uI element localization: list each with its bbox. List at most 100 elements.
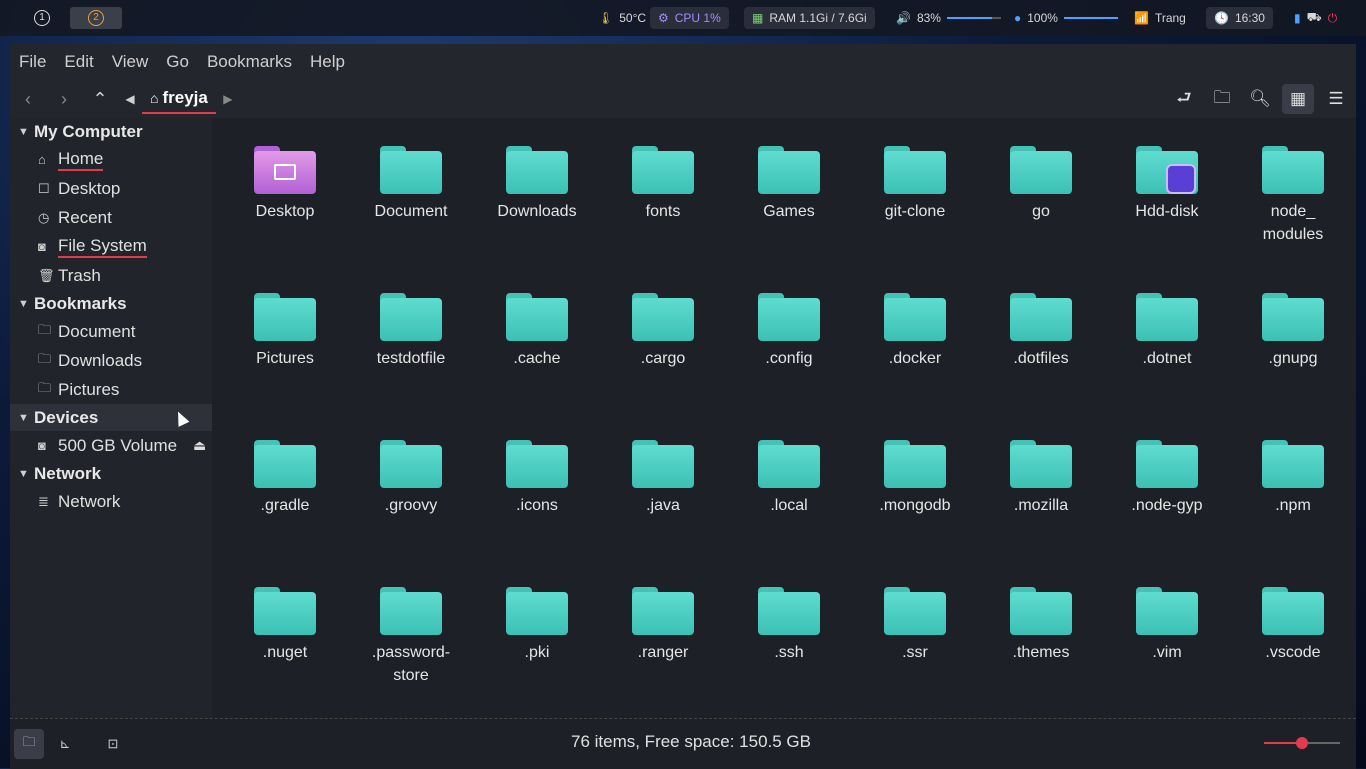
- file-item[interactable]: Hdd-disk: [1104, 136, 1230, 283]
- sidebar-item-recent[interactable]: ◷ Recent: [10, 203, 212, 232]
- network-manager-icon[interactable]: ⛟: [1307, 10, 1322, 26]
- clock-icon: 🕓: [1214, 11, 1229, 25]
- folder-icon: [884, 146, 946, 194]
- sidebar-item-label: Downloads: [58, 350, 143, 370]
- list-view-button[interactable]: ☰: [1320, 84, 1352, 114]
- file-item[interactable]: .mongodb: [852, 430, 978, 577]
- clock-indicator[interactable]: 🕓 16:30: [1206, 7, 1273, 29]
- file-item[interactable]: node_ modules: [1230, 136, 1356, 283]
- search-button[interactable]: 🔍︎: [1244, 84, 1276, 114]
- file-item[interactable]: .icons: [474, 430, 600, 577]
- triangle-right-icon: ▶: [223, 92, 233, 106]
- wifi-indicator[interactable]: 📶 Trang: [1126, 7, 1194, 29]
- file-item[interactable]: Desktop: [222, 136, 348, 283]
- file-item[interactable]: Pictures: [222, 283, 348, 430]
- menu-edit[interactable]: Edit: [55, 52, 102, 72]
- file-name: .gnupg: [1268, 350, 1318, 367]
- file-item[interactable]: .dotfiles: [978, 283, 1104, 430]
- folder-icon: [254, 293, 316, 341]
- volume-slider[interactable]: [946, 17, 1001, 19]
- signal-icon[interactable]: ▮: [1294, 11, 1301, 25]
- file-item[interactable]: .ranger: [600, 577, 726, 724]
- zoom-knob[interactable]: [1296, 737, 1308, 749]
- icon-view-button[interactable]: ▦: [1282, 84, 1314, 114]
- temperature-indicator[interactable]: 🌡 50°C: [590, 7, 654, 29]
- folder-icon: [380, 146, 442, 194]
- file-item[interactable]: .themes: [978, 577, 1104, 724]
- zoom-slider[interactable]: [1264, 737, 1340, 749]
- file-item[interactable]: .java: [600, 430, 726, 577]
- system-tray-icons: ▮ ⛟ ⏻: [1286, 7, 1345, 29]
- back-button[interactable]: ‹: [10, 84, 46, 114]
- sidebar-item-file-system[interactable]: ◙ File System: [10, 232, 212, 261]
- network-icon: ≣: [38, 493, 49, 509]
- breadcrumb-left-button[interactable]: ◀: [118, 84, 142, 114]
- brightness-indicator[interactable]: ● 100%: [1006, 7, 1126, 29]
- volume-indicator[interactable]: 🔊 83%: [888, 7, 1009, 29]
- file-item[interactable]: .config: [726, 283, 852, 430]
- eject-icon[interactable]: ⏏: [193, 437, 206, 454]
- file-item[interactable]: .nuget: [222, 577, 348, 724]
- file-item[interactable]: Document: [348, 136, 474, 283]
- menu-help[interactable]: Help: [301, 52, 354, 72]
- sidebar-item-downloads[interactable]: 🗀 Downloads: [10, 346, 212, 375]
- sidebar-item-pictures[interactable]: 🗀 Pictures: [10, 375, 212, 404]
- file-item[interactable]: .docker: [852, 283, 978, 430]
- file-item[interactable]: Downloads: [474, 136, 600, 283]
- file-name: .pki: [524, 644, 550, 661]
- file-item[interactable]: fonts: [600, 136, 726, 283]
- file-item[interactable]: go: [978, 136, 1104, 283]
- new-folder-button[interactable]: 🗀: [1206, 84, 1238, 114]
- sidebar-section-bookmarks[interactable]: ▼ Bookmarks: [10, 290, 212, 317]
- file-name: .ssr: [902, 644, 928, 661]
- file-name: Downloads: [497, 203, 577, 220]
- file-item[interactable]: Games: [726, 136, 852, 283]
- ram-indicator[interactable]: ▦ RAM 1.1Gi / 7.6Gi: [744, 7, 875, 29]
- menu-go[interactable]: Go: [157, 52, 198, 72]
- file-item[interactable]: .gradle: [222, 430, 348, 577]
- sidebar-item-document[interactable]: 🗀 Document: [10, 317, 212, 346]
- breadcrumb-right-button[interactable]: ▶: [216, 84, 240, 114]
- menu-view[interactable]: View: [103, 52, 158, 72]
- toggle-location-entry-button[interactable]: ⮐: [1168, 84, 1200, 114]
- file-item[interactable]: .vscode: [1230, 577, 1356, 724]
- location-entry-icon: ⮐: [1176, 87, 1192, 107]
- file-name: Hdd-disk: [1135, 203, 1199, 220]
- file-item[interactable]: .local: [726, 430, 852, 577]
- file-item[interactable]: .password- store: [348, 577, 474, 724]
- forward-button[interactable]: ›: [46, 84, 82, 114]
- sidebar-item-desktop[interactable]: ☐ Desktop: [10, 174, 212, 203]
- cpu-indicator[interactable]: ⚙ CPU 1%: [650, 7, 729, 29]
- menu-bookmarks[interactable]: Bookmarks: [198, 52, 301, 72]
- workspace-1-button[interactable]: 1: [16, 7, 68, 29]
- sidebar-item-home[interactable]: ⌂ Home: [10, 145, 212, 174]
- file-item[interactable]: testdotfile: [348, 283, 474, 430]
- file-item[interactable]: .vim: [1104, 577, 1230, 724]
- sidebar-section-my-computer[interactable]: ▼ My Computer: [10, 118, 212, 145]
- workspace-2-button[interactable]: 2: [70, 7, 122, 29]
- file-item[interactable]: .ssr: [852, 577, 978, 724]
- power-icon[interactable]: ⏻: [1328, 11, 1338, 26]
- breadcrumb-current[interactable]: ⌂ freyja: [142, 84, 216, 114]
- file-item[interactable]: .dotnet: [1104, 283, 1230, 430]
- brightness-slider[interactable]: [1063, 17, 1118, 19]
- up-button[interactable]: ⌃: [82, 84, 118, 114]
- file-item[interactable]: .gnupg: [1230, 283, 1356, 430]
- menu-file[interactable]: File: [10, 52, 55, 72]
- file-name: .docker: [888, 350, 942, 367]
- file-item[interactable]: .cache: [474, 283, 600, 430]
- file-item[interactable]: .node-gyp: [1104, 430, 1230, 577]
- file-item[interactable]: git-clone: [852, 136, 978, 283]
- file-item[interactable]: .cargo: [600, 283, 726, 430]
- file-item[interactable]: .groovy: [348, 430, 474, 577]
- list-icon: ☰: [1328, 89, 1344, 108]
- sidebar-section-network[interactable]: ▼ Network: [10, 460, 212, 487]
- sidebar-item-500gb-volume[interactable]: ◙ 500 GB Volume ⏏: [10, 431, 212, 460]
- file-item[interactable]: .pki: [474, 577, 600, 724]
- file-item[interactable]: .mozilla: [978, 430, 1104, 577]
- sidebar-item-trash[interactable]: 🗑 Trash: [10, 261, 212, 290]
- file-item[interactable]: .ssh: [726, 577, 852, 724]
- sidebar-item-network[interactable]: ≣ Network: [10, 487, 212, 516]
- file-item[interactable]: .npm: [1230, 430, 1356, 577]
- file-name: .mongodb: [879, 497, 951, 514]
